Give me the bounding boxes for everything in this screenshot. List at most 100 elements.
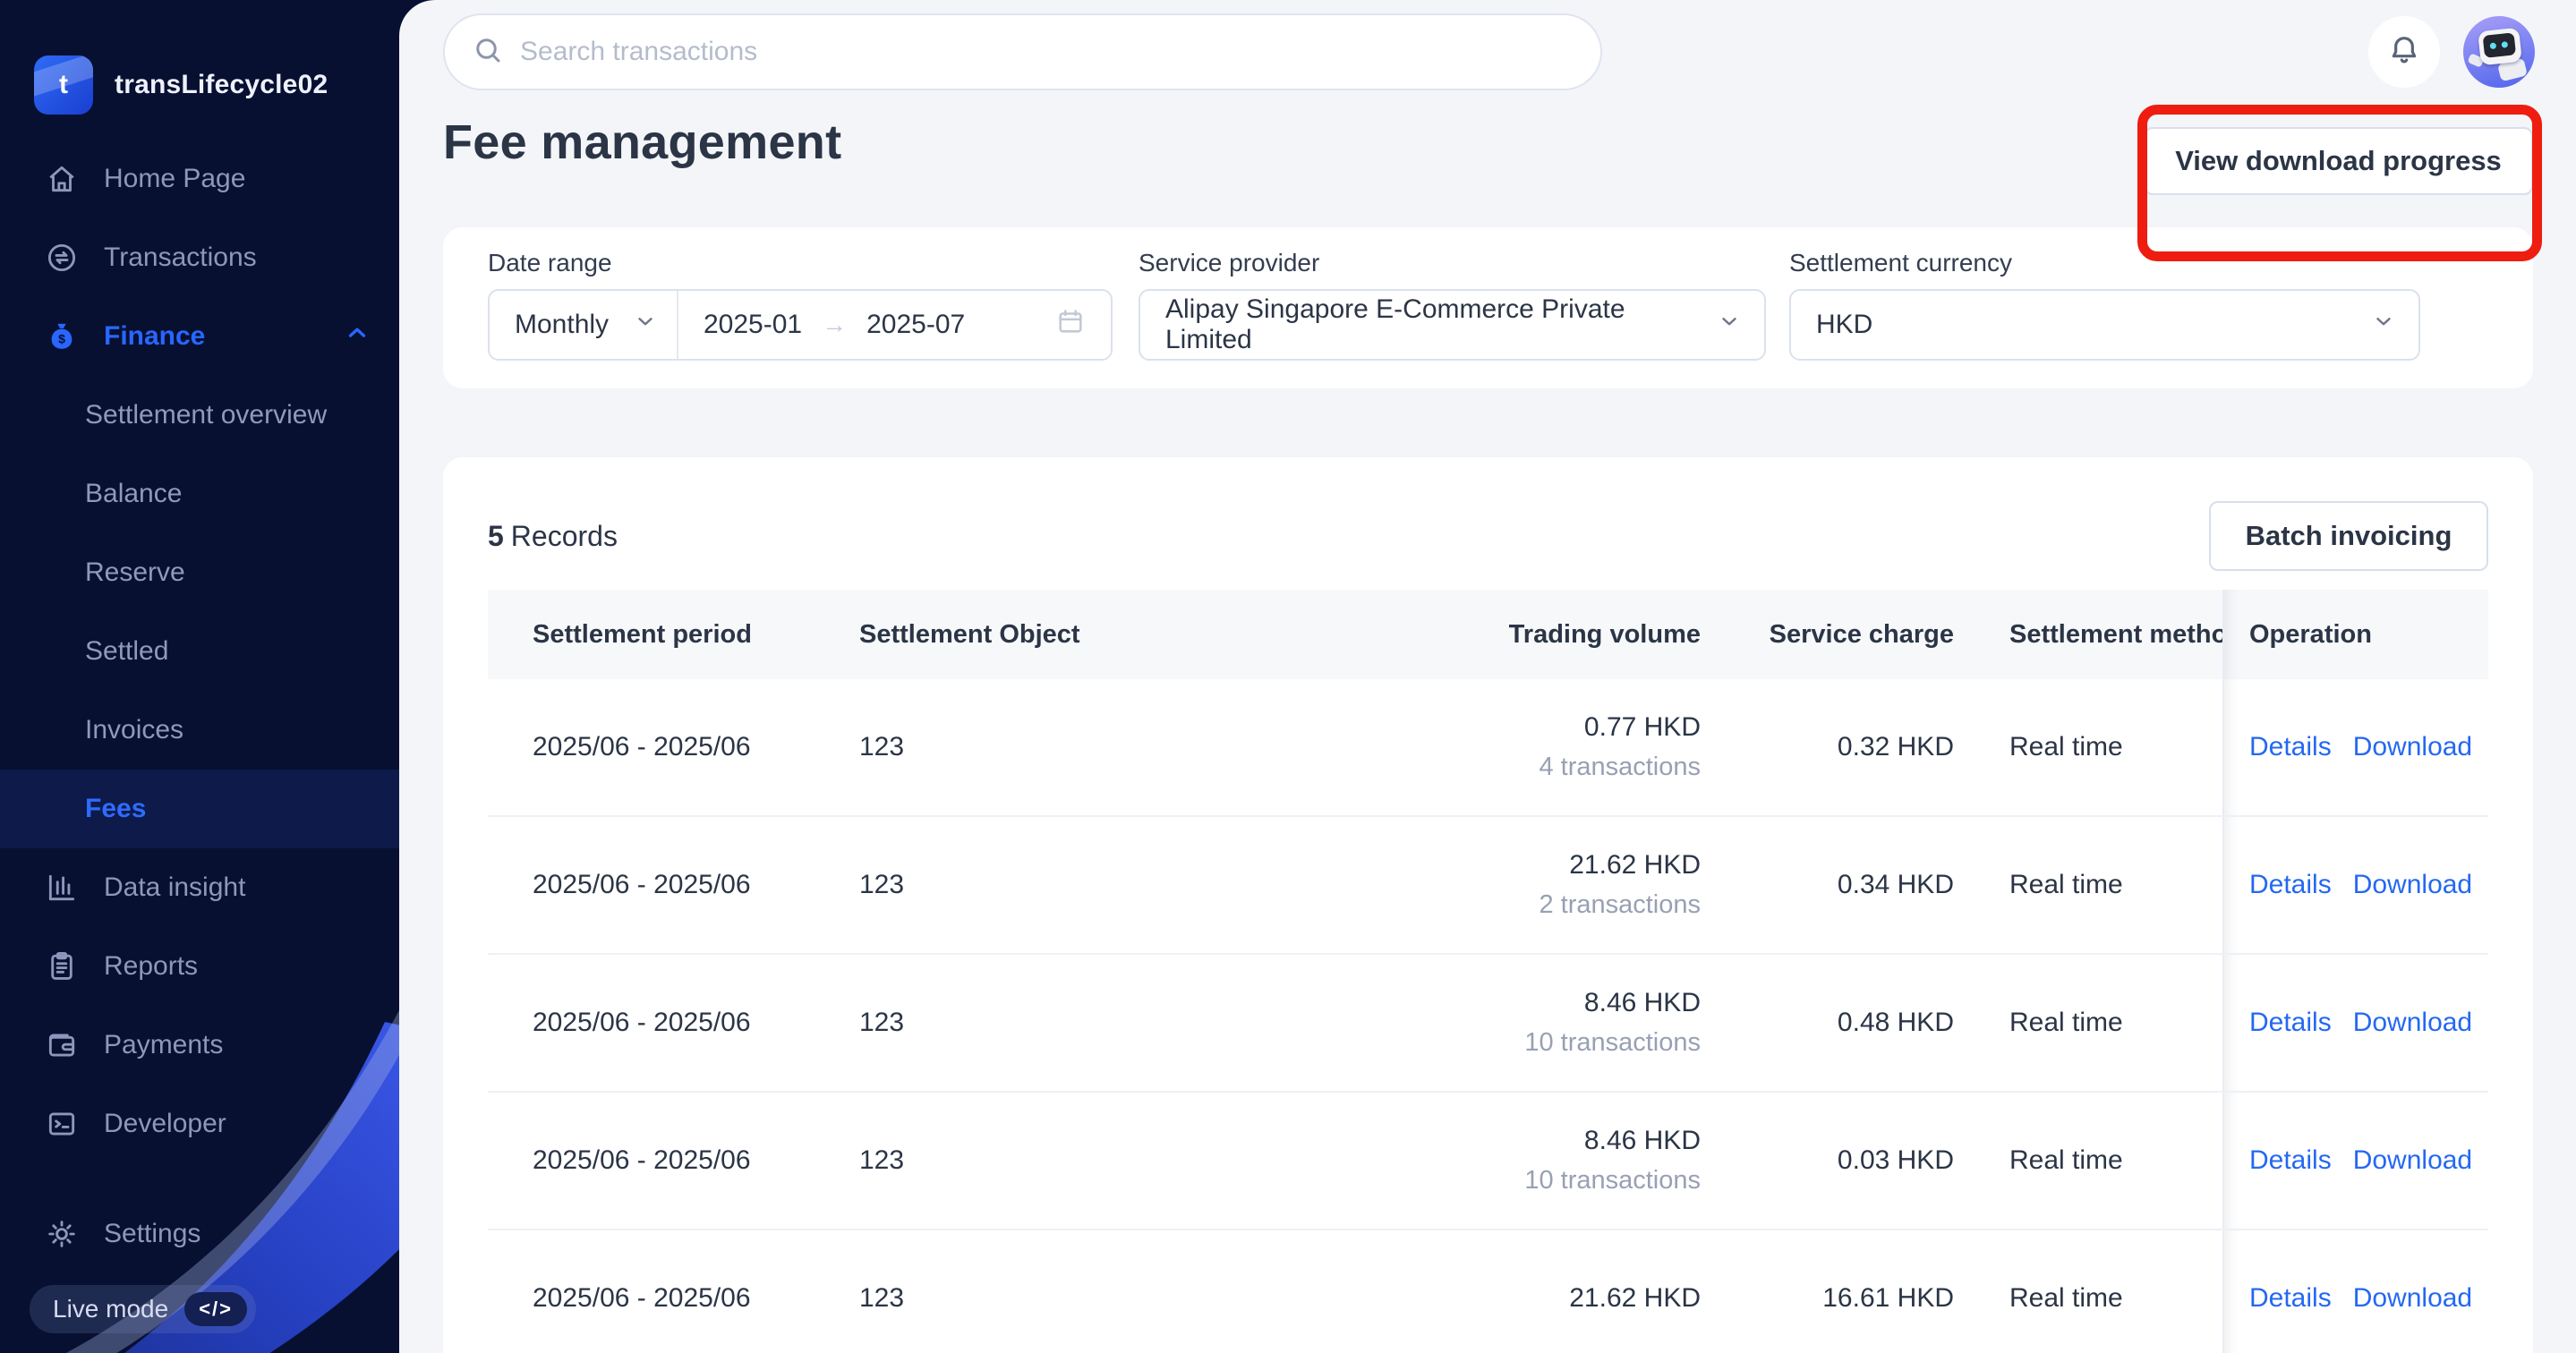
cell-operation: Details Download <box>2222 1093 2488 1229</box>
code-icon[interactable]: </> <box>184 1292 247 1326</box>
cell-settlement-period: 2025/06 - 2025/06 <box>488 1008 859 1038</box>
sidebar-item-settled[interactable]: Settled <box>0 612 399 691</box>
table-body: 2025/06 - 2025/06 123 0.77 HKD 4 transac… <box>488 679 2488 1353</box>
download-link[interactable]: Download <box>2353 732 2472 762</box>
cell-service-charge: 0.32 HKD <box>1705 732 1958 762</box>
svg-text:$: $ <box>58 333 65 347</box>
download-link[interactable]: Download <box>2353 1145 2472 1176</box>
sidebar-item-payments[interactable]: Payments <box>0 1006 399 1085</box>
live-mode-badge[interactable]: Live mode </> <box>30 1285 256 1333</box>
details-link[interactable]: Details <box>2249 1283 2332 1314</box>
bell-icon <box>2386 32 2422 72</box>
sidebar-item-invoices[interactable]: Invoices <box>0 691 399 770</box>
sidebar-item-developer[interactable]: Developer <box>0 1085 399 1163</box>
view-download-progress-button[interactable]: View download progress <box>2144 127 2533 195</box>
sidebar-item-label: Settings <box>104 1219 200 1249</box>
chevron-down-icon <box>634 310 657 340</box>
sidebar: t transLifecycle02 Home Page Transaction… <box>0 0 399 1353</box>
download-link[interactable]: Download <box>2353 870 2472 900</box>
trading-volume-amount: 21.62 HKD <box>1217 1279 1701 1318</box>
settlement-currency-group: Settlement currency HKD <box>1789 249 2420 388</box>
column-header-settlement-object: Settlement Object <box>859 620 1217 650</box>
trading-volume-transactions: 4 transactions <box>1217 747 1701 787</box>
trading-volume-amount: 8.46 HKD <box>1217 1121 1701 1161</box>
cell-service-charge: 0.48 HKD <box>1705 1008 1958 1038</box>
transactions-icon <box>43 239 81 277</box>
trading-volume-amount: 0.77 HKD <box>1217 708 1701 747</box>
chevron-up-icon <box>344 319 371 353</box>
workspace-header[interactable]: t transLifecycle02 <box>34 55 399 115</box>
table-row: 2025/06 - 2025/06 123 21.62 HKD 16.61 HK… <box>488 1230 2488 1353</box>
chevron-down-icon <box>2372 310 2395 340</box>
sidebar-item-home[interactable]: Home Page <box>0 140 399 218</box>
trading-volume-transactions: 2 transactions <box>1217 885 1701 924</box>
sidebar-item-label: Data insight <box>104 872 245 903</box>
sidebar-item-data-insight[interactable]: Data insight <box>0 848 399 927</box>
details-link[interactable]: Details <box>2249 1008 2332 1038</box>
search-box[interactable] <box>443 13 1602 90</box>
sidebar-item-transactions[interactable]: Transactions <box>0 218 399 297</box>
sidebar-item-settlement-overview[interactable]: Settlement overview <box>0 376 399 455</box>
search-input[interactable] <box>520 37 1574 67</box>
cell-service-charge: 0.03 HKD <box>1705 1145 1958 1176</box>
service-provider-select[interactable]: Alipay Singapore E-Commerce Private Limi… <box>1139 289 1766 361</box>
column-header-settlement-period: Settlement period <box>488 620 859 650</box>
details-link[interactable]: Details <box>2249 732 2332 762</box>
cell-trading-volume: 21.62 HKD <box>1217 1279 1705 1318</box>
sidebar-item-label: Transactions <box>104 243 257 273</box>
cell-service-charge: 16.61 HKD <box>1705 1283 1958 1314</box>
main-content: Fee management Date range Monthly 2025-0… <box>399 0 2576 1353</box>
cell-settlement-object: 123 <box>859 732 1217 762</box>
date-start-value[interactable]: 2025-01 <box>704 310 802 340</box>
sidebar-item-balance[interactable]: Balance <box>0 455 399 533</box>
calendar-icon <box>1055 306 1086 344</box>
column-header-settlement-method: Settlement method <box>1958 620 2222 650</box>
cell-service-charge: 0.34 HKD <box>1705 870 1958 900</box>
sidebar-item-finance[interactable]: $ Finance <box>0 297 399 376</box>
batch-invoicing-button[interactable]: Batch invoicing <box>2209 501 2488 571</box>
workspace-name: transLifecycle02 <box>115 70 328 100</box>
cell-settlement-method: Real time <box>1958 732 2222 762</box>
sidebar-item-label: Finance <box>104 321 205 352</box>
arrow-right-icon: → <box>822 311 847 339</box>
cell-trading-volume: 8.46 HKD 10 transactions <box>1217 1121 1705 1200</box>
live-mode-label: Live mode <box>53 1295 168 1323</box>
sidebar-item-reserve[interactable]: Reserve <box>0 533 399 612</box>
trading-volume-transactions: 10 transactions <box>1217 1161 1701 1200</box>
finance-icon: $ <box>43 318 81 355</box>
table-row: 2025/06 - 2025/06 123 8.46 HKD 10 transa… <box>488 1093 2488 1230</box>
sidebar-subitem-label: Fees <box>85 794 146 824</box>
cell-settlement-method: Real time <box>1958 870 2222 900</box>
date-end-value[interactable]: 2025-07 <box>866 310 965 340</box>
sidebar-item-settings[interactable]: Settings <box>0 1195 399 1273</box>
date-range-label: Date range <box>488 249 1113 277</box>
cell-operation: Details Download <box>2222 679 2488 815</box>
date-range-inputs[interactable]: 2025-01 → 2025-07 <box>678 306 1111 344</box>
details-link[interactable]: Details <box>2249 1145 2332 1176</box>
notifications-button[interactable] <box>2368 16 2440 88</box>
filters-panel: Date range Monthly 2025-01 → 2025-07 <box>443 227 2533 388</box>
cell-trading-volume: 21.62 HKD 2 transactions <box>1217 846 1705 924</box>
payments-icon <box>43 1026 81 1064</box>
download-link[interactable]: Download <box>2353 1283 2472 1314</box>
sidebar-subitem-label: Balance <box>85 479 182 509</box>
download-link[interactable]: Download <box>2353 1008 2472 1038</box>
user-avatar[interactable] <box>2463 16 2535 88</box>
sidebar-item-label: Reports <box>104 951 198 982</box>
sidebar-item-reports[interactable]: Reports <box>0 927 399 1006</box>
sidebar-item-fees[interactable]: Fees <box>0 770 399 848</box>
sidebar-item-label: Developer <box>104 1109 226 1139</box>
details-link[interactable]: Details <box>2249 870 2332 900</box>
cell-trading-volume: 8.46 HKD 10 transactions <box>1217 983 1705 1062</box>
records-row: 5Records Batch invoicing <box>488 457 2488 572</box>
granularity-value: Monthly <box>515 310 609 340</box>
topbar <box>399 0 2576 91</box>
granularity-select[interactable]: Monthly <box>490 291 678 359</box>
settlement-currency-select[interactable]: HKD <box>1789 289 2420 361</box>
table-row: 2025/06 - 2025/06 123 0.77 HKD 4 transac… <box>488 679 2488 817</box>
service-provider-label: Service provider <box>1139 249 1766 277</box>
reports-icon <box>43 948 81 985</box>
cell-settlement-method: Real time <box>1958 1008 2222 1038</box>
sidebar-subitem-label: Invoices <box>85 715 183 745</box>
cell-settlement-object: 123 <box>859 1283 1217 1314</box>
